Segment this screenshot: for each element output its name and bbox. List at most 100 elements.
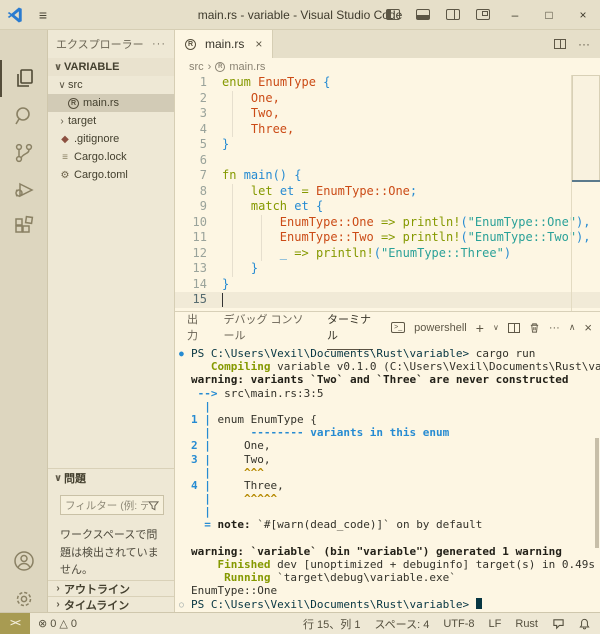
tree-item--gitignore[interactable]: ◆.gitignore (48, 130, 174, 148)
code-line-8[interactable]: 8 let et = EnumType::One; (175, 184, 600, 200)
scrollbar-slider[interactable] (572, 75, 600, 181)
extensions-icon[interactable] (0, 208, 48, 245)
encoding[interactable]: UTF-8 (443, 618, 474, 630)
breadcrumb[interactable]: src › R main.rs (175, 58, 600, 75)
code-editor[interactable]: 1enum EnumType {2 One,3 Two,4 Three,5}67… (175, 75, 600, 311)
shell-label[interactable]: powershell (414, 322, 467, 334)
editor-group: R main.rs × ··· src › R main.rs 1enum En… (175, 30, 600, 612)
split-editor-icon[interactable] (554, 39, 566, 49)
line-number: 12 (175, 246, 222, 262)
code-line-3[interactable]: 3 Two, (175, 106, 600, 122)
code-line-7[interactable]: 7fn main() { (175, 168, 600, 184)
panel-more-icon[interactable]: ··· (549, 322, 560, 334)
code-line-2[interactable]: 2 One, (175, 91, 600, 107)
maximize-panel-icon[interactable]: ∧ (569, 322, 576, 333)
code-line-13[interactable]: 13 } (175, 261, 600, 277)
section-problems[interactable]: ∨ 問題 (48, 469, 174, 487)
tree-item-Cargo-toml[interactable]: ⚙Cargo.toml (48, 166, 174, 184)
terminal-gutter (179, 571, 191, 584)
terminal[interactable]: ●PS C:\Users\Vexil\Documents\Rust\variab… (175, 343, 600, 611)
terminal-gutter (179, 413, 191, 426)
maximize-button[interactable]: □ (532, 0, 566, 30)
terminal-gutter (179, 360, 191, 373)
remote-indicator[interactable]: >< (0, 613, 30, 634)
account-icon[interactable] (0, 542, 48, 579)
activity-bar (0, 30, 48, 612)
tree-item-target[interactable]: ›target (48, 112, 174, 130)
source-control-icon[interactable] (0, 134, 48, 171)
tab-main-rs[interactable]: R main.rs × (175, 30, 273, 58)
code-line-12[interactable]: 12 _ => println!("EnumType::Three") (175, 246, 600, 262)
status-bar: >< ⊗ 0 △ 0 行 15、列 1 スペース: 4 UTF-8 LF Rus… (0, 612, 600, 634)
terminal-line-17: Finished dev [unoptimized + debuginfo] t… (179, 558, 600, 571)
run-debug-icon[interactable] (0, 171, 48, 208)
sidebar: エクスプローラー ··· ∨ VARIABLE ∨srcRmain.rs›tar… (48, 30, 175, 612)
code-line-1[interactable]: 1enum EnumType { (175, 75, 600, 91)
code-line-6[interactable]: 6 (175, 153, 600, 169)
tree-item-Cargo-lock[interactable]: ≡Cargo.lock (48, 148, 174, 166)
tree-item-main-rs[interactable]: Rmain.rs (48, 94, 174, 112)
line-number: 1 (175, 75, 222, 91)
tab-close-icon[interactable]: × (255, 37, 262, 51)
errors-count: 0 (50, 618, 56, 630)
feedback-icon[interactable] (552, 618, 565, 630)
code-line-10[interactable]: 10 EnumType::One => println!("EnumType::… (175, 215, 600, 231)
eol[interactable]: LF (489, 618, 502, 630)
terminal-scrollbar[interactable] (595, 438, 599, 548)
explorer-more-icon[interactable]: ··· (152, 38, 166, 50)
code-line-11[interactable]: 11 EnumType::Two => println!("EnumType::… (175, 230, 600, 246)
rust-file-icon: R (185, 39, 196, 50)
problems-filter-input[interactable]: フィルター (例: テキ... (60, 495, 164, 515)
terminal-gutter (179, 373, 191, 386)
customize-layout-icon[interactable] (476, 9, 490, 20)
search-icon[interactable] (0, 97, 48, 134)
cursor-position[interactable]: 行 15、列 1 (303, 616, 360, 632)
terminal-gutter (179, 387, 191, 400)
terminal-shell-icon: >_ (391, 322, 405, 333)
rust-file-icon: R (68, 98, 79, 109)
close-panel-icon[interactable]: × (584, 320, 592, 335)
terminal-gutter (179, 426, 191, 439)
close-button[interactable]: × (566, 0, 600, 30)
minimize-button[interactable]: – (498, 0, 532, 30)
code-line-5[interactable]: 5} (175, 137, 600, 153)
kill-terminal-trash-icon[interactable] (529, 322, 540, 334)
editor-more-icon[interactable]: ··· (578, 37, 590, 51)
terminal-gutter (179, 466, 191, 479)
new-terminal-icon[interactable]: + (476, 320, 484, 336)
terminal-dropdown-icon[interactable]: ∨ (493, 323, 499, 332)
language-mode[interactable]: Rust (515, 618, 538, 630)
code-line-14[interactable]: 14} (175, 277, 600, 293)
toggle-panel-icon[interactable] (416, 9, 430, 20)
notifications-bell-icon[interactable] (579, 618, 590, 630)
problems-status[interactable]: ⊗ 0 △ 0 (38, 617, 77, 630)
terminal-gutter (179, 558, 191, 571)
section-variable[interactable]: ∨ VARIABLE (48, 58, 174, 76)
terminal-line-10: | ^^^ (179, 466, 600, 479)
tree-item-src[interactable]: ∨src (48, 76, 174, 94)
toggle-secondary-sidebar-icon[interactable] (446, 9, 460, 20)
terminal-line-20: ○PS C:\Users\Vexil\Documents\Rust\variab… (179, 598, 600, 611)
code-line-4[interactable]: 4 Three, (175, 122, 600, 138)
line-number: 8 (175, 184, 222, 200)
terminal-line-6: 1 | enum EnumType { (179, 413, 600, 426)
code-line-15[interactable]: 15 (175, 292, 600, 308)
terminal-gutter (179, 584, 191, 597)
line-number: 9 (175, 199, 222, 215)
section-outline[interactable]: › アウトライン (48, 580, 174, 596)
terminal-gutter (179, 505, 191, 518)
section-timeline[interactable]: › タイムライン (48, 596, 174, 612)
explorer-icon[interactable] (0, 60, 48, 97)
chevron-down-icon: ∨ (52, 473, 64, 484)
bottom-panel: 出力デバッグ コンソールターミナル >_ powershell + ∨ ··· … (175, 311, 600, 612)
line-number: 4 (175, 122, 222, 138)
minimap[interactable] (571, 75, 600, 311)
split-terminal-icon[interactable] (508, 323, 520, 333)
terminal-cursor (476, 598, 482, 609)
warnings-icon: △ (59, 617, 67, 630)
code-line-9[interactable]: 9 match et { (175, 199, 600, 215)
indentation[interactable]: スペース: 4 (374, 616, 429, 632)
terminal-line-13: | (179, 505, 600, 518)
menu-icon[interactable]: ≡ (30, 7, 56, 23)
toggle-sidebar-icon[interactable] (386, 9, 400, 20)
